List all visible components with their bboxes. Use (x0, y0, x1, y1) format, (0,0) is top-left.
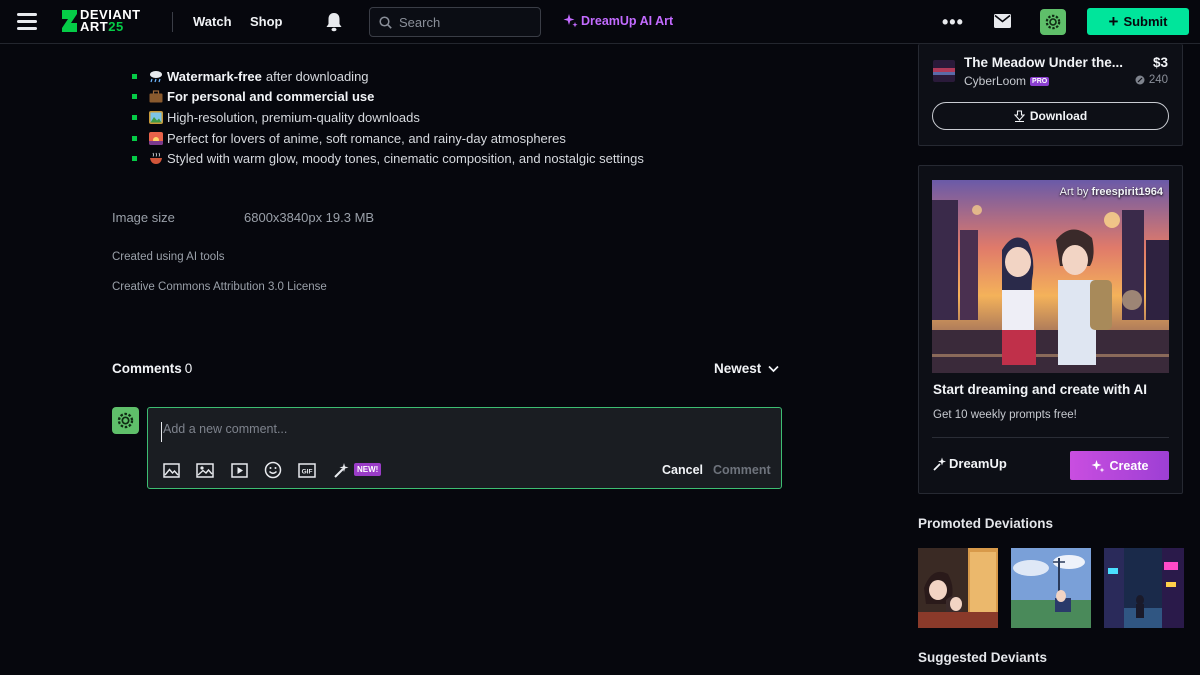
top-navigation: DEVIANT ART25 Watch Shop DreamUp AI Art … (0, 0, 1200, 44)
feature-list: Watermark-free after downloading For pers… (132, 66, 644, 169)
suggested-deviants-heading: Suggested Deviants (918, 650, 1048, 665)
video-icon[interactable] (230, 461, 248, 479)
gear-icon (1045, 14, 1061, 30)
search-icon (379, 15, 392, 29)
list-item: Styled with warm glow, moody tones, cine… (132, 148, 644, 169)
dreamup-ai-art-link[interactable]: DreamUp AI Art (563, 13, 673, 28)
list-item: For personal and commercial use (132, 87, 644, 108)
new-badge: NEW! (354, 462, 382, 476)
create-button[interactable]: Create (1070, 451, 1169, 480)
purchase-card: The Meadow Under the... $3 CyberLoom PRO… (918, 44, 1183, 146)
logo-text: DEVIANT ART25 (80, 7, 141, 34)
rain-cloud-icon (150, 70, 162, 82)
image-size-label: Image size (112, 210, 175, 225)
nav-divider (172, 12, 173, 32)
watch-link[interactable]: Watch (193, 14, 232, 29)
bullet-icon (132, 94, 137, 100)
chevron-down-icon (768, 365, 779, 372)
promoted-deviation-thumbnail[interactable] (1011, 548, 1091, 628)
sparkle-icon (563, 14, 578, 28)
sunset-icon (149, 131, 163, 145)
bullet-icon (132, 156, 137, 162)
sparkle-icon (1091, 459, 1105, 472)
price: $3 (1152, 55, 1168, 70)
license-link[interactable]: Creative Commons Attribution 3.0 License (112, 281, 327, 293)
sort-label: Newest (714, 361, 762, 376)
list-item: Watermark-free after downloading (132, 66, 644, 87)
deviantart-mark-icon (62, 10, 77, 32)
download-icon (1013, 110, 1025, 122)
gear-icon (117, 412, 134, 429)
dreamup-link-label: DreamUp AI Art (581, 13, 674, 28)
bell-icon[interactable] (325, 12, 343, 32)
image-size-value: 6800x3840px 19.3 MB (244, 210, 375, 225)
art-credit: Art by freespirit1964 (1059, 186, 1163, 198)
svg-text:GIF: GIF (302, 468, 313, 475)
gif-icon[interactable]: GIF (298, 461, 316, 479)
promoted-deviation-thumbnail[interactable] (918, 548, 998, 628)
comments-title: Comments (112, 361, 182, 376)
submit-button[interactable]: + Submit (1087, 8, 1189, 35)
list-item: High-resolution, premium-quality downloa… (132, 107, 644, 128)
cancel-button[interactable]: Cancel (662, 463, 703, 477)
briefcase-icon (149, 90, 163, 103)
dreamup-logo: DreamUp (933, 456, 1007, 471)
user-avatar[interactable] (1040, 9, 1066, 35)
deviantart-logo[interactable]: DEVIANT ART25 (60, 7, 141, 34)
plus-icon: + (1108, 12, 1119, 31)
hot-drink-icon (150, 152, 162, 165)
menu-icon[interactable] (17, 13, 37, 31)
comment-submit-button[interactable]: Comment (713, 463, 771, 477)
deviation-thumbnail[interactable] (933, 60, 955, 82)
deviation-icon[interactable] (196, 461, 214, 479)
bullet-icon (132, 73, 137, 79)
emoji-icon[interactable] (264, 461, 282, 479)
points-icon (1135, 75, 1145, 85)
author-name[interactable]: CyberLoom (964, 74, 1026, 88)
deviation-title[interactable]: The Meadow Under the... (964, 55, 1123, 70)
comments-heading: Comments 0 (112, 361, 192, 376)
search-input[interactable] (399, 14, 529, 30)
comment-editor: GIF NEW! Cancel Comment (147, 407, 782, 489)
framed-picture-icon (149, 110, 163, 124)
bullet-icon (132, 135, 137, 141)
comments-count: 0 (184, 361, 193, 376)
commenter-avatar[interactable] (112, 407, 139, 434)
more-options-icon[interactable]: ••• (942, 12, 964, 33)
image-icon[interactable] (162, 461, 180, 479)
promoted-deviations-heading: Promoted Deviations (918, 516, 1054, 531)
sort-dropdown[interactable]: Newest (714, 361, 779, 376)
list-item: Perfect for lovers of anime, soft romanc… (132, 128, 644, 149)
points-count: 240 (1135, 74, 1168, 86)
author: CyberLoom PRO (964, 74, 1050, 88)
create-label: Create (1109, 458, 1149, 473)
promo-subtitle: Get 10 weekly prompts free! (933, 409, 1077, 421)
search-bar[interactable] (369, 7, 541, 37)
divider (932, 437, 1169, 438)
credit-user[interactable]: freespirit1964 (1091, 186, 1163, 198)
promoted-deviation-thumbnail[interactable] (1104, 548, 1184, 628)
ai-tools-note: Created using AI tools (112, 251, 225, 263)
shop-link[interactable]: Shop (250, 14, 283, 29)
download-button[interactable]: Download (932, 102, 1169, 130)
promo-artwork[interactable]: Art by freespirit1964 (932, 180, 1169, 373)
mail-icon[interactable] (994, 14, 1011, 28)
pro-badge: PRO (1030, 76, 1050, 86)
comment-toolbar: GIF NEW! (162, 461, 382, 479)
download-label: Download (1029, 109, 1088, 123)
dreamup-promo-card: Art by freespirit1964 Start dreaming and… (918, 165, 1183, 494)
dreamup-sparkle-icon (933, 457, 946, 471)
comment-input[interactable] (161, 422, 761, 442)
submit-label: Submit (1123, 14, 1168, 29)
bullet-icon (132, 114, 137, 120)
promo-title: Start dreaming and create with AI (933, 382, 1148, 397)
ai-sparkle-icon[interactable] (332, 461, 350, 479)
